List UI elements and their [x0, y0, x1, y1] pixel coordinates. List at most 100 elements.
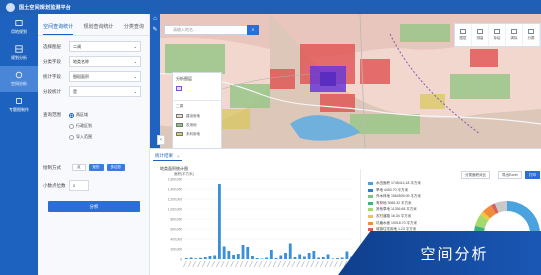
- x-tick-label: [183, 260, 187, 268]
- scope-radio-1[interactable]: 两区域: [69, 112, 88, 118]
- donut-slice[interactable]: [475, 214, 489, 229]
- bar[interactable]: [293, 257, 297, 259]
- bar[interactable]: [184, 258, 188, 259]
- y-tick-label: 200,000: [170, 247, 182, 251]
- search-icon[interactable]: ⌕: [247, 25, 259, 35]
- stats-tab-label: 统计结果: [155, 153, 173, 158]
- bar[interactable]: [317, 257, 320, 260]
- bar[interactable]: [321, 257, 325, 259]
- compare-button[interactable]: 分类面积对比: [461, 171, 490, 179]
- segment-value: 是: [73, 88, 77, 94]
- bar[interactable]: [189, 257, 193, 260]
- bar[interactable]: [269, 250, 273, 259]
- toolbar-plot[interactable]: 标绘: [489, 24, 506, 46]
- rail-item-thematic-map[interactable]: 专题图制作: [0, 92, 38, 118]
- bar[interactable]: [213, 255, 217, 260]
- bar[interactable]: [199, 257, 202, 259]
- donut-slice[interactable]: [491, 203, 499, 214]
- bar[interactable]: [218, 184, 221, 259]
- layer-select[interactable]: 二调 ⌄: [69, 41, 141, 52]
- legend-label: 农村道路 16.34 平方米: [376, 214, 412, 218]
- bar[interactable]: [284, 253, 287, 259]
- scope-radio-2[interactable]: 行政区划: [69, 123, 92, 129]
- rail-item-label: 空间分析: [11, 81, 27, 86]
- x-tick-label: [286, 260, 291, 268]
- legend-label: 旱地 4453.70 平方米: [376, 187, 409, 192]
- grid-icon: [15, 45, 23, 53]
- bar[interactable]: [265, 257, 269, 260]
- bar[interactable]: [203, 257, 207, 259]
- rail-item-spatial-analysis[interactable]: 空间分析: [0, 66, 38, 92]
- bar[interactable]: [241, 245, 245, 259]
- row-decimals: 小数点位数 2: [43, 180, 89, 191]
- bar[interactable]: [246, 247, 250, 259]
- draw-rect-button[interactable]: 矩形: [88, 164, 104, 171]
- map-search-input[interactable]: 请输入地名...: [164, 25, 248, 35]
- toolbar-layers[interactable]: 图层: [455, 24, 472, 46]
- home-icon[interactable]: ⌂: [150, 14, 160, 24]
- bar[interactable]: [326, 254, 330, 260]
- close-icon[interactable]: ×: [177, 154, 180, 159]
- rail-item-planning-analysis[interactable]: 规划分析: [0, 40, 38, 66]
- legend-layer-icon: [176, 86, 182, 91]
- bar[interactable]: [303, 256, 306, 260]
- draw-polygon-button[interactable]: 多边形: [106, 164, 125, 171]
- bar[interactable]: [194, 258, 198, 259]
- bar[interactable]: [345, 251, 349, 260]
- donut-slice[interactable]: [482, 205, 497, 219]
- tab-stats-result[interactable]: 统计结果 ×: [153, 152, 182, 161]
- draw-point-button[interactable]: 点: [72, 164, 86, 171]
- radio-dot: [69, 123, 74, 129]
- bar[interactable]: [236, 254, 240, 259]
- bar[interactable]: [255, 258, 259, 259]
- collapse-panel-button[interactable]: ‹: [157, 135, 165, 145]
- map-view[interactable]: ⌂ ✎ 请输入地名... ⌕ 图层 测量 标绘 清除 分屏 分析图层 二调 建设…: [150, 14, 541, 148]
- bar[interactable]: [260, 258, 264, 260]
- bar[interactable]: [298, 254, 302, 260]
- bar[interactable]: [251, 256, 254, 259]
- toolbar-clear[interactable]: 清除: [506, 24, 523, 46]
- segment-select[interactable]: 是 ⌄: [69, 86, 141, 97]
- map-side-tools: ⌂ ✎: [150, 14, 160, 148]
- row-category-field: 分类字段 地类名称 ⌄: [43, 56, 141, 67]
- x-tick-label: [230, 260, 234, 268]
- export-button[interactable]: 导出Excel: [498, 171, 522, 179]
- bar[interactable]: [222, 246, 226, 260]
- row-scope-2: 行政区划: [69, 123, 92, 129]
- tab-spatial-query[interactable]: 空间查询统计: [43, 23, 74, 35]
- toolbar-split[interactable]: 分屏: [523, 24, 540, 46]
- donut-slice[interactable]: [494, 201, 508, 213]
- x-tick-label: [201, 260, 206, 268]
- bar[interactable]: [307, 253, 311, 259]
- rail-item-land-planning[interactable]: 用地规划: [0, 14, 38, 40]
- bar[interactable]: [208, 256, 212, 259]
- legend-label: 有林地 3069.32 平方米: [376, 200, 412, 205]
- toolbar-label: 测量: [476, 36, 484, 40]
- run-analysis-button[interactable]: 分析: [48, 201, 140, 212]
- x-tick-label: [244, 260, 249, 268]
- print-button[interactable]: 打印: [525, 171, 540, 179]
- x-tick-label: [291, 260, 296, 268]
- feature-badge: 空间分析: [338, 231, 541, 275]
- scope-radio-3[interactable]: 导入范围: [69, 134, 92, 140]
- bar[interactable]: [288, 243, 292, 260]
- legend-swatch: [368, 182, 373, 185]
- bar[interactable]: [312, 251, 316, 259]
- bar[interactable]: [331, 258, 335, 260]
- x-tick-label: [225, 260, 230, 268]
- bar[interactable]: [227, 251, 231, 259]
- bar[interactable]: [340, 257, 344, 260]
- bar[interactable]: [279, 255, 283, 260]
- tab-planning-query[interactable]: 规划查询统计: [83, 23, 113, 35]
- donut-slice[interactable]: [480, 211, 491, 221]
- bar[interactable]: [336, 258, 339, 259]
- x-tick-label: [258, 260, 263, 268]
- toolbar-measure[interactable]: 测量: [472, 24, 489, 46]
- category-field-select[interactable]: 地类名称 ⌄: [69, 56, 141, 67]
- bar[interactable]: [232, 255, 235, 259]
- decimals-input[interactable]: 2: [69, 180, 89, 191]
- edit-icon[interactable]: ✎: [150, 24, 160, 34]
- stat-field-select[interactable]: 图斑面积 ⌄: [69, 71, 141, 82]
- tab-category-query[interactable]: 分类查询: [124, 23, 144, 35]
- bar[interactable]: [274, 258, 278, 259]
